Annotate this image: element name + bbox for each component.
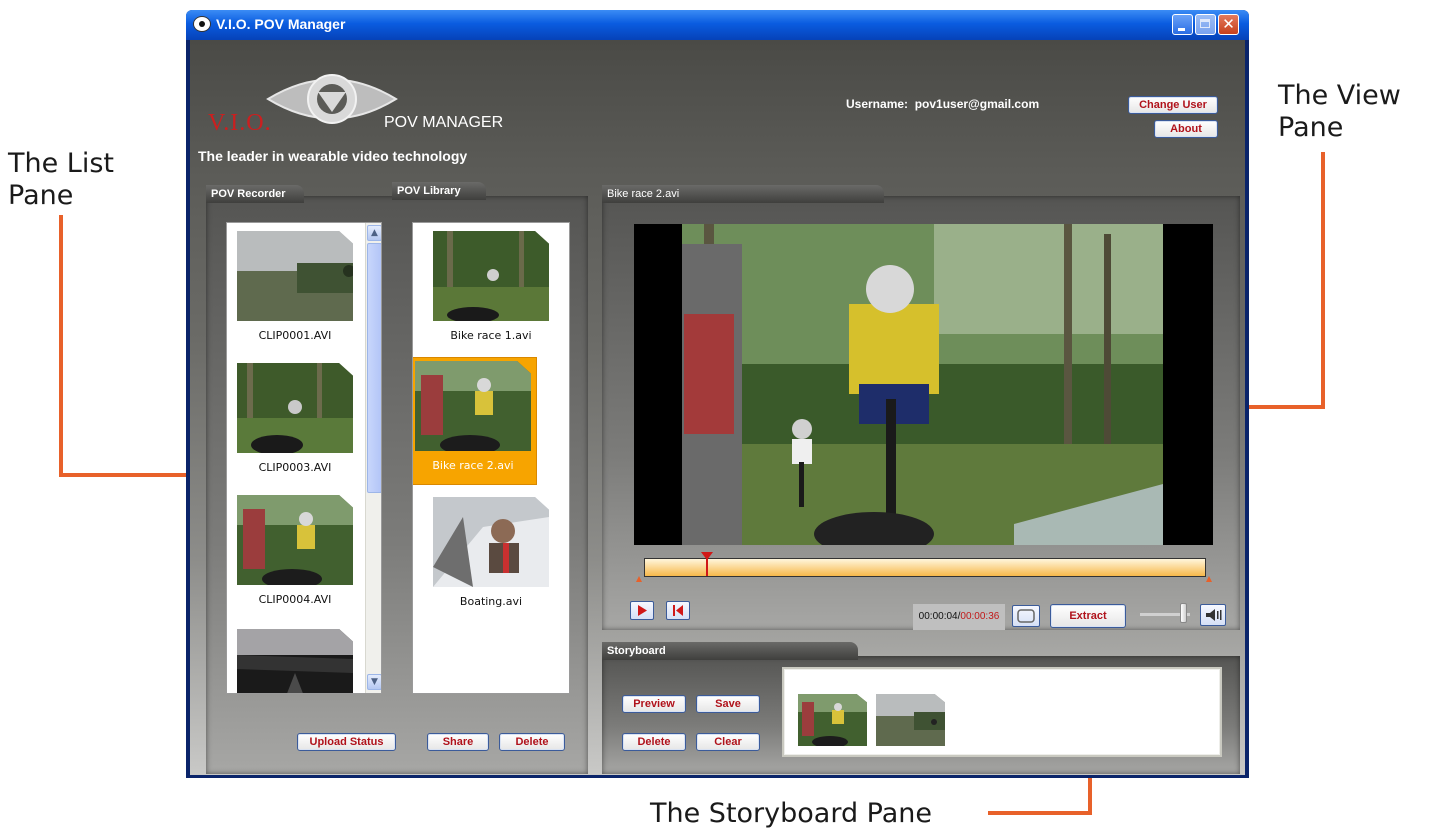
list-item[interactable]: CLIP0001.AVI (231, 231, 359, 361)
recorder-scrollbar[interactable]: ▲ ▼ (365, 223, 381, 693)
current-time: 00:00:04/ (918, 611, 961, 622)
list-item[interactable]: CLIP0004.AVI (231, 495, 359, 625)
tab-current-video[interactable]: Bike race 2.avi (602, 185, 884, 203)
clip-thumbnail (237, 231, 353, 321)
storyboard-pane-pointer-h (988, 811, 1092, 815)
clip-name: CLIP0003.AVI (258, 461, 332, 474)
video-frame (682, 224, 1163, 545)
storyboard-strip[interactable] (782, 667, 1222, 757)
app-client-area: V.I.O. POV MANAGER The leader in wearabl… (190, 40, 1245, 775)
tab-pov-library[interactable]: POV Library (392, 182, 486, 200)
app-window: V.I.O. POV Manager ✕ V.I.O. POV MANAGER … (186, 10, 1249, 778)
storyboard-thumbnail[interactable] (798, 694, 867, 746)
clip-name: Bike race 1.avi (450, 329, 532, 342)
playhead-stem (706, 558, 708, 576)
list-item[interactable]: CLIP0003.AVI (231, 363, 359, 493)
scroll-down-button[interactable]: ▼ (367, 674, 381, 690)
video-player[interactable] (634, 224, 1213, 545)
minimize-button[interactable] (1172, 14, 1193, 35)
skip-to-start-icon (673, 605, 683, 616)
username-value: pov1user@gmail.com (914, 97, 1040, 111)
rewind-to-start-button[interactable] (666, 601, 690, 620)
change-user-button[interactable]: Change User (1128, 96, 1218, 114)
clip-thumbnail (237, 363, 353, 453)
list-pane-pointer (59, 215, 63, 476)
play-button[interactable] (630, 601, 654, 620)
list-item[interactable]: Boating.avi (427, 497, 555, 627)
upload-status-button[interactable]: Upload Status (297, 733, 396, 751)
clip-name: Boating.avi (459, 595, 523, 608)
storyboard-pane-annotation: The Storyboard Pane (650, 798, 933, 829)
product-name: POV MANAGER (384, 114, 504, 131)
vio-eye-logo (266, 74, 398, 124)
tagline: The leader in wearable video technology (198, 148, 468, 164)
view-pane-annotation: The View Pane (1278, 80, 1401, 144)
logo-vio-text: V.I.O. (208, 110, 272, 136)
library-clip-list[interactable]: Bike race 1.avi Bike race 2.avi Boating.… (412, 222, 570, 694)
scrollbar-thumb[interactable] (367, 243, 381, 493)
clip-thumbnail (237, 629, 353, 694)
tab-pov-recorder[interactable]: POV Recorder (206, 185, 304, 203)
clip-thumbnail (415, 361, 531, 451)
fullscreen-icon (1017, 609, 1035, 623)
clip-name: CLIP0004.AVI (258, 593, 332, 606)
preview-button[interactable]: Preview (622, 695, 686, 713)
tab-storyboard[interactable]: Storyboard (602, 642, 858, 660)
clip-name: Bike race 2.avi (432, 459, 514, 472)
delete-storyboard-button[interactable]: Delete (622, 733, 686, 751)
play-icon (638, 605, 647, 616)
list-item[interactable]: Bike race 2.avi (412, 361, 537, 491)
clip-thumbnail (237, 495, 353, 585)
view-pane-annotation-line2: Pane (1278, 112, 1344, 143)
save-button[interactable]: Save (696, 695, 760, 713)
list-pane-annotation: The List Pane (8, 148, 114, 212)
clip-thumbnail (433, 497, 549, 587)
storyboard-thumbnail[interactable] (876, 694, 945, 746)
recorder-clip-list[interactable]: CLIP0001.AVI CLIP0003.AVI CLIP0004.AVI ▲… (226, 222, 382, 694)
clear-button[interactable]: Clear (696, 733, 760, 751)
username-label: Username: (846, 97, 909, 111)
volume-slider-knob[interactable] (1180, 603, 1187, 623)
timeline-end-marker[interactable] (1206, 576, 1212, 582)
fullscreen-button[interactable] (1012, 605, 1040, 627)
clip-name: CLIP0001.AVI (258, 329, 332, 342)
delete-clip-button[interactable]: Delete (499, 733, 565, 751)
close-button[interactable]: ✕ (1218, 14, 1239, 35)
time-readout: 00:00:04/00:00:36 (913, 604, 1005, 630)
mute-button[interactable] (1200, 604, 1226, 626)
window-title: V.I.O. POV Manager (216, 16, 346, 32)
timeline-start-marker[interactable] (636, 576, 642, 582)
eye-app-icon (193, 16, 211, 32)
username-display: Username: pov1user@gmail.com (846, 97, 1039, 111)
scroll-up-button[interactable]: ▲ (367, 225, 381, 241)
about-button[interactable]: About (1154, 120, 1218, 138)
duration: 00:00:36 (960, 611, 1000, 622)
timeline-scrubber[interactable] (644, 558, 1206, 577)
list-pane-annotation-line2: Pane (8, 180, 74, 211)
speaker-icon (1206, 609, 1222, 621)
clip-thumbnail (433, 231, 549, 321)
list-item[interactable]: Bike race 1.avi (427, 231, 555, 361)
maximize-button[interactable] (1195, 14, 1216, 35)
share-button[interactable]: Share (427, 733, 489, 751)
list-item[interactable] (231, 629, 359, 694)
view-pane-pointer (1321, 152, 1325, 409)
view-pane-annotation-line1: The View (1278, 80, 1401, 111)
list-pane-annotation-line1: The List (8, 148, 114, 179)
extract-button[interactable]: Extract (1050, 604, 1126, 628)
title-bar[interactable]: V.I.O. POV Manager ✕ (186, 10, 1249, 40)
